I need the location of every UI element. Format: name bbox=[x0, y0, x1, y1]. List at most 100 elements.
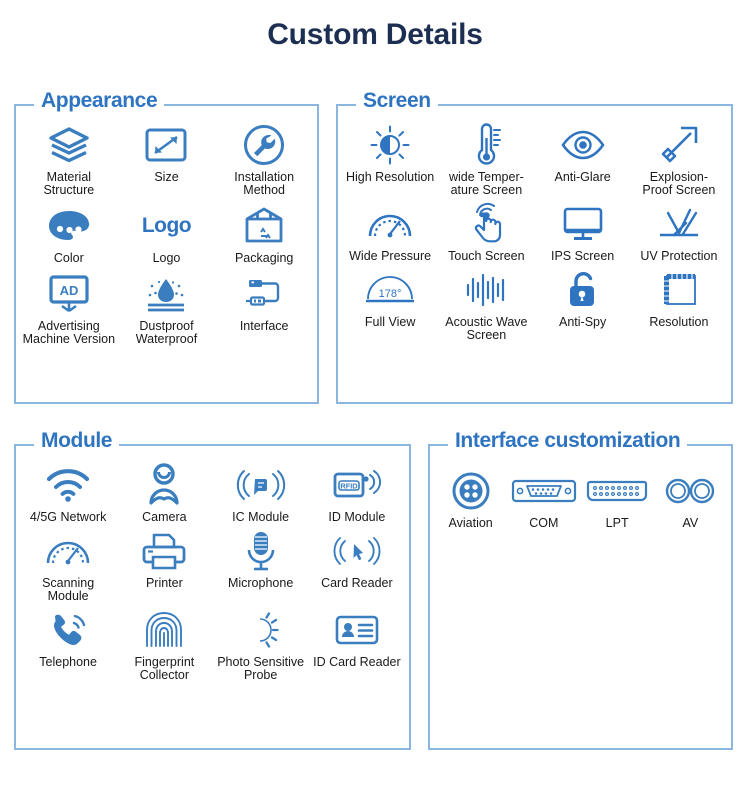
ad-board-icon: AD bbox=[46, 271, 92, 317]
item-high-resolution[interactable]: High Resolution bbox=[342, 122, 438, 197]
rfid-label: RFID bbox=[340, 481, 358, 490]
item-4-5g-network[interactable]: 4/5G Network bbox=[20, 462, 116, 524]
appearance-grid: Material Structure Size Installation Met… bbox=[16, 106, 317, 402]
item-label: Scanning Module bbox=[42, 576, 95, 603]
item-label: IC Module bbox=[232, 510, 290, 524]
page-title: Custom Details bbox=[267, 18, 483, 51]
item-label: Aviation bbox=[448, 516, 493, 530]
ruler-grid-icon bbox=[659, 267, 699, 313]
item-label: Interface bbox=[239, 319, 289, 333]
item-camera[interactable]: Camera bbox=[116, 462, 212, 524]
item-label: Fingerprint Collector bbox=[134, 655, 195, 682]
item-size[interactable]: Size bbox=[118, 122, 216, 197]
item-fingerprint-collector[interactable]: Fingerprint Collector bbox=[116, 607, 212, 682]
item-aviation[interactable]: Aviation bbox=[434, 468, 507, 530]
item-ic-module[interactable]: IC Module bbox=[213, 462, 309, 524]
item-label: Explosion- Proof Screen bbox=[642, 170, 716, 197]
item-anti-glare[interactable]: Anti-Glare bbox=[535, 122, 631, 197]
item-dustproof-waterproof[interactable]: Dustproof Waterproof bbox=[118, 271, 216, 346]
item-card-reader[interactable]: Card Reader bbox=[309, 528, 405, 603]
package-box-icon bbox=[243, 203, 285, 249]
aviation-connector-icon bbox=[450, 468, 492, 514]
item-printer[interactable]: Printer bbox=[116, 528, 212, 603]
item-com[interactable]: COM bbox=[507, 468, 580, 530]
logo-text-icon: Logo bbox=[141, 203, 192, 249]
monitor-icon bbox=[561, 201, 605, 247]
item-label: Microphone bbox=[227, 576, 294, 590]
section-appearance: Appearance Material Structure Size Insta… bbox=[14, 90, 319, 404]
item-ips-screen[interactable]: IPS Screen bbox=[535, 201, 631, 263]
interface-grid: Aviation COM LPT AV bbox=[430, 446, 731, 748]
item-interface[interactable]: Interface bbox=[215, 271, 313, 346]
printer-icon bbox=[141, 528, 187, 574]
fingerprint-icon bbox=[144, 607, 184, 653]
item-label: Packaging bbox=[234, 251, 294, 265]
item-telephone[interactable]: Telephone bbox=[20, 607, 116, 682]
item-microphone[interactable]: Microphone bbox=[213, 528, 309, 603]
item-label: Printer bbox=[145, 576, 183, 590]
item-installation-method[interactable]: Installation Method bbox=[215, 122, 313, 197]
logo-word: Logo bbox=[141, 214, 192, 237]
item-label: Acoustic Wave Screen bbox=[445, 315, 528, 342]
item-label: Dustproof Waterproof bbox=[135, 319, 198, 346]
item-id-module[interactable]: RFID ID Module bbox=[309, 462, 405, 524]
wifi-icon bbox=[45, 462, 91, 508]
item-material-structure[interactable]: Material Structure bbox=[20, 122, 118, 197]
camera-person-icon bbox=[145, 462, 183, 508]
item-photo-sensitive-probe[interactable]: Photo Sensitive Probe bbox=[213, 607, 309, 682]
item-touch-screen[interactable]: Touch Screen bbox=[438, 201, 534, 263]
item-label: Full View bbox=[364, 315, 416, 329]
item-label: ID Card Reader bbox=[313, 655, 401, 669]
item-resolution[interactable]: Resolution bbox=[631, 267, 727, 342]
lpt-port-icon bbox=[586, 468, 648, 514]
item-label: wide Temper-ature Screen bbox=[448, 170, 524, 197]
item-anti-spy[interactable]: Anti-Spy bbox=[535, 267, 631, 342]
item-label: Size bbox=[154, 170, 179, 184]
item-av[interactable]: AV bbox=[654, 468, 727, 530]
item-full-view[interactable]: 178° Full View bbox=[342, 267, 438, 342]
gauge-scan-icon bbox=[44, 528, 92, 574]
photo-sensor-icon bbox=[239, 607, 283, 653]
item-scanning-module[interactable]: Scanning Module bbox=[20, 528, 116, 603]
item-advertising-machine-version[interactable]: AD Advertising Machine Version bbox=[20, 271, 118, 346]
item-wide-pressure[interactable]: Wide Pressure bbox=[342, 201, 438, 263]
item-label: Camera bbox=[142, 510, 187, 524]
com-port-icon bbox=[511, 468, 577, 514]
wrench-circle-icon bbox=[242, 122, 286, 168]
item-acoustic-wave-screen[interactable]: Acoustic Wave Screen bbox=[438, 267, 534, 342]
item-label: Anti-Spy bbox=[559, 315, 607, 329]
touch-hand-icon bbox=[466, 201, 506, 247]
item-label: Advertising Machine Version bbox=[22, 319, 116, 346]
item-label: ID Module bbox=[328, 510, 386, 524]
item-explosion-proof-screen[interactable]: Explosion- Proof Screen bbox=[631, 122, 727, 197]
gauge-icon bbox=[366, 201, 414, 247]
item-packaging[interactable]: Packaging bbox=[215, 203, 313, 265]
item-label: Photo Sensitive Probe bbox=[217, 655, 305, 682]
screen-grid: High Resolution wide Temper-ature Screen bbox=[338, 106, 731, 402]
item-label: Color bbox=[53, 251, 84, 265]
usb-cable-icon bbox=[242, 271, 286, 317]
item-label: Touch Screen bbox=[448, 249, 525, 263]
id-card-icon bbox=[334, 607, 380, 653]
item-uv-protection[interactable]: UV Protection bbox=[631, 201, 727, 263]
item-logo[interactable]: Logo Logo bbox=[118, 203, 216, 265]
ic-contactless-icon bbox=[235, 462, 287, 508]
waterdrop-dust-icon bbox=[142, 271, 190, 317]
size-arrow-icon bbox=[144, 122, 188, 168]
custom-details-infographic: Custom Details Appearance Material Struc… bbox=[0, 0, 750, 793]
item-color[interactable]: Color bbox=[20, 203, 118, 265]
item-label: LPT bbox=[605, 516, 629, 530]
item-wide-temperature-screen[interactable]: wide Temper-ature Screen bbox=[438, 122, 534, 197]
microphone-icon bbox=[244, 528, 278, 574]
item-lpt[interactable]: LPT bbox=[581, 468, 654, 530]
layers-icon bbox=[47, 122, 91, 168]
item-label: Telephone bbox=[39, 655, 97, 669]
unlock-icon bbox=[565, 267, 601, 313]
item-id-card-reader[interactable]: ID Card Reader bbox=[309, 607, 405, 682]
item-label: IPS Screen bbox=[551, 249, 615, 263]
viewing-angle-icon: 178° bbox=[362, 267, 418, 313]
section-screen: Screen High Resolution wide Temper- atur… bbox=[336, 90, 733, 404]
sound-wave-icon bbox=[463, 267, 509, 313]
card-reader-wave-icon bbox=[332, 528, 382, 574]
telephone-icon bbox=[47, 607, 89, 653]
